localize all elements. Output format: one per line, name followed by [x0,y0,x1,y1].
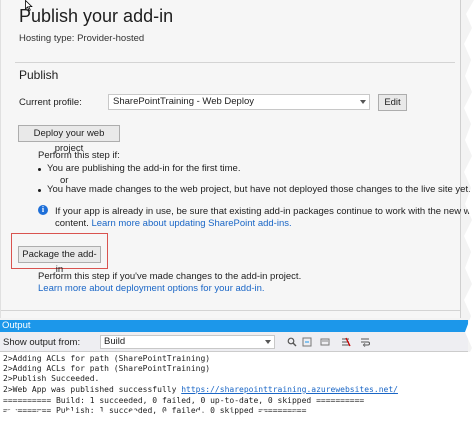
perform-step-package-label: Perform this step if you've made changes… [38,271,302,282]
publish-section-title: Publish [19,68,59,82]
updating-add-ins-link[interactable]: Learn more about updating SharePoint add… [91,218,291,229]
deploy-web-project-button[interactable]: Deploy your web project [18,125,120,154]
output-toolbar: Show output from: Build [0,332,468,352]
word-wrap-icon[interactable] [360,337,370,347]
bullet-marker [38,189,41,192]
profile-dropdown[interactable]: SharePointTraining - Web Deploy [108,94,370,110]
output-build-summary: ========== Build: 1 succeeded, 0 failed,… [3,396,365,405]
profile-dropdown-value: SharePointTraining - Web Deploy [113,96,254,107]
output-line: 2>Publish Succeeded. [3,374,100,383]
web-app-prefix: 2>Web App was published successfully [3,385,182,394]
perform-step-if-label: Perform this step if: [38,150,120,161]
bullet-first-time: You are publishing the add-in for the fi… [47,163,241,174]
output-publish-summary: ========== Publish: 1 succeeded, 0 faile… [3,406,307,415]
find-next-icon[interactable] [302,337,312,347]
output-panel-title: Output [0,320,468,332]
dropdown-arrow-icon [360,100,366,104]
hosting-type: Hosting type: Provider-hosted [19,33,145,44]
bottom-divider [1,310,460,311]
output-source-dropdown[interactable]: Build [100,335,275,349]
edit-profile-button[interactable]: Edit [378,94,407,111]
web-app-url-link[interactable]: https://sharepointtraining.azurewebsites… [181,385,398,394]
info-text-line2: content. Learn more about updating Share… [55,218,292,229]
output-line-web-app: 2>Web App was published successfully htt… [3,385,398,394]
deployment-options-link[interactable]: Learn more about deployment options for … [38,283,265,294]
find-icon[interactable] [287,337,297,347]
dropdown-arrow-icon [265,340,271,344]
info-text-line1: If your app is already in use, be sure t… [55,206,474,217]
info-icon: i [38,205,48,215]
output-line: 2>Adding ACLs for path (SharePointTraini… [3,364,211,373]
package-add-in-button[interactable]: Package the add-in [18,246,101,275]
section-divider [15,62,455,63]
output-text-area[interactable]: 2>Adding ACLs for path (SharePointTraini… [0,352,474,431]
publish-add-in-page: Publish your add-in Hosting type: Provid… [0,0,474,318]
previous-message-icon[interactable] [320,337,330,347]
page-title: Publish your add-in [19,6,174,26]
current-profile-label: Current profile: [19,97,82,108]
show-output-from-label: Show output from: [3,337,81,348]
output-line: 2>Adding ACLs for path (SharePointTraini… [3,354,211,363]
bullet-changes-not-deployed: You have made changes to the web project… [47,184,471,195]
bullet-marker [38,168,41,171]
info-text-prefix: content. [55,218,89,229]
clear-all-icon[interactable] [341,337,351,347]
visual-studio-publish-screenshot: Publish your add-in Hosting type: Provid… [0,0,474,431]
output-source-value: Build [104,336,126,347]
